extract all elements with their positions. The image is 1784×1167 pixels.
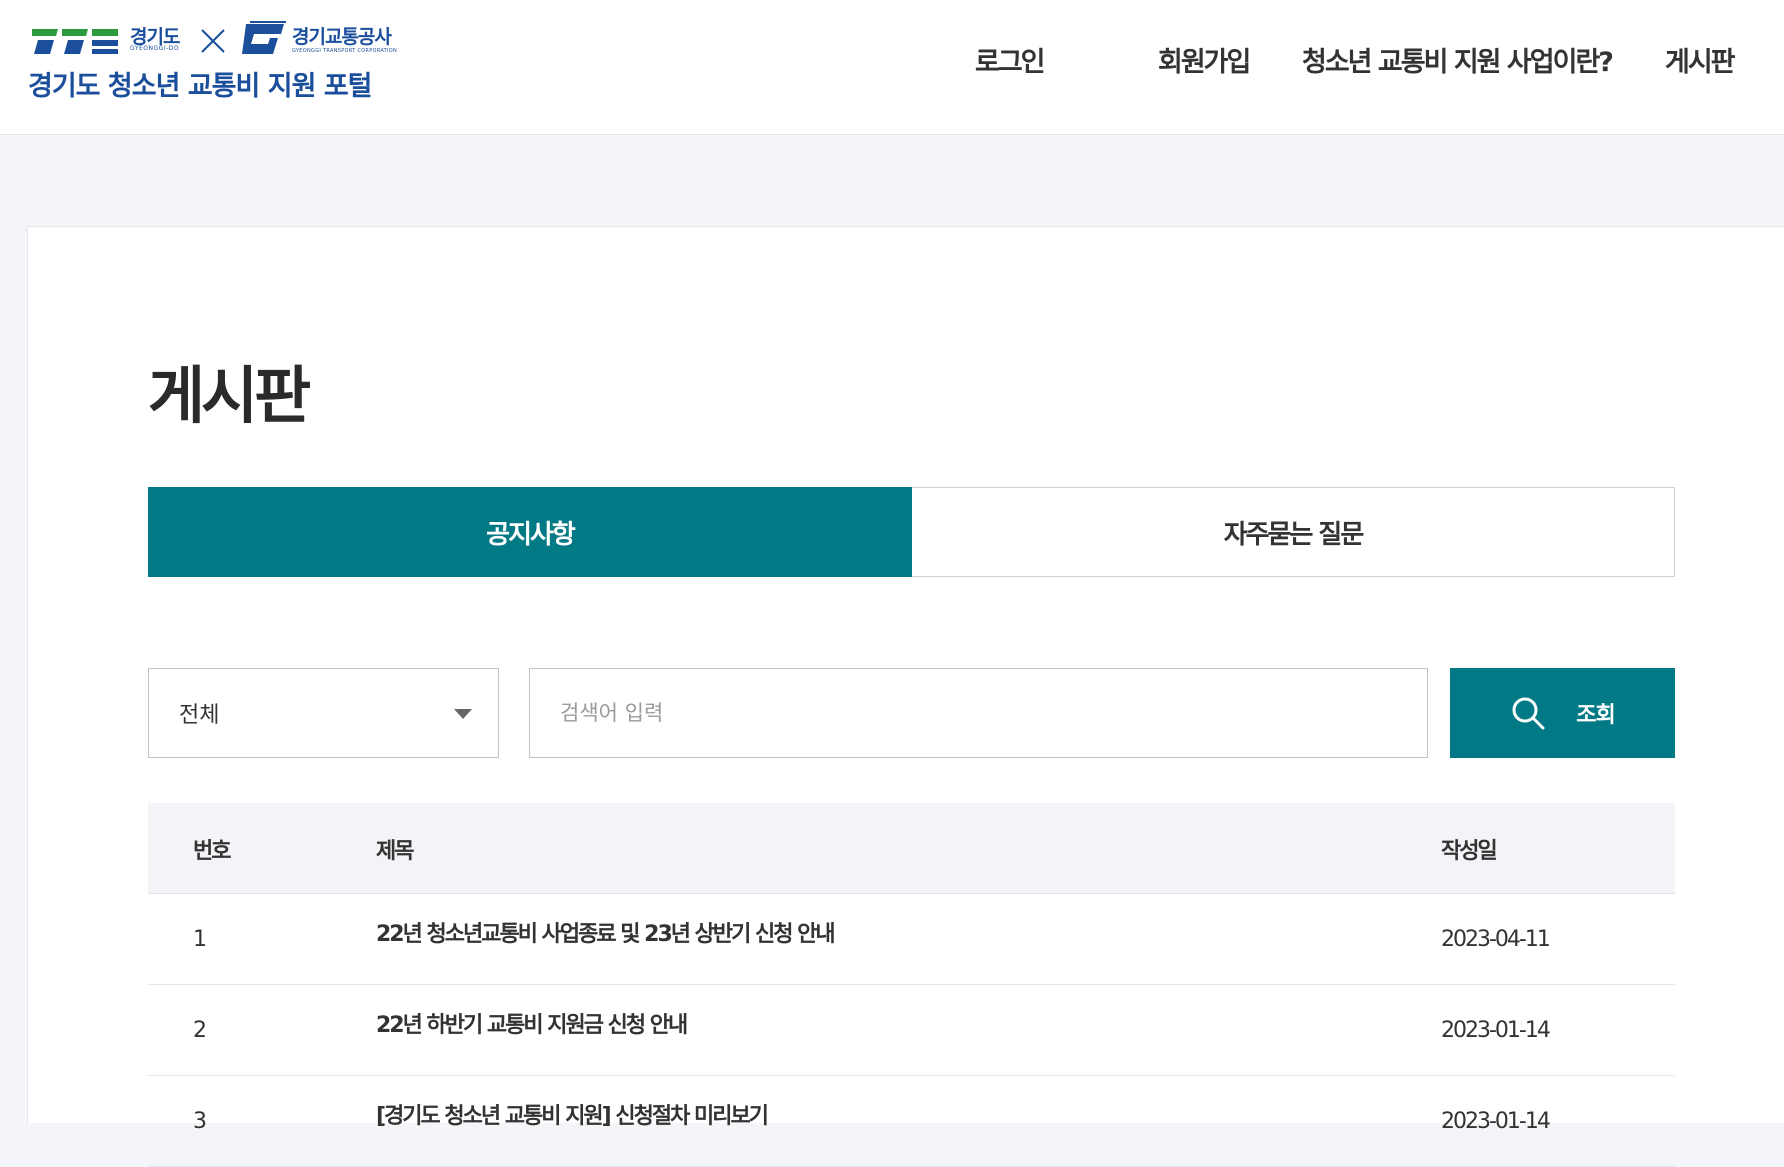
column-header-date: 작성일 (1441, 839, 1498, 864)
table-row[interactable]: 1 22년 청소년교통비 사업종료 및 23년 상반기 신청 안내 2023-0… (148, 894, 1675, 985)
table-header: 번호 제목 작성일 (148, 803, 1675, 894)
page-title: 게시판 (148, 359, 311, 432)
row-title-link[interactable]: 22년 청소년교통비 사업종료 및 23년 상반기 신청 안내 (376, 916, 836, 948)
search-button-label: 조회 (1576, 702, 1615, 727)
search-bar: 전체 조회 (148, 668, 1675, 758)
nav-about[interactable]: 청소년 교통비 지원 사업이란? (1302, 40, 1614, 79)
tab-faq[interactable]: 자주묻는 질문 (912, 487, 1675, 577)
row-number: 2 (193, 1018, 207, 1043)
notice-table: 번호 제목 작성일 1 22년 청소년교통비 사업종료 및 23년 상반기 신청… (148, 803, 1675, 1167)
row-date: 2023-04-11 (1441, 927, 1551, 952)
nav-signup[interactable]: 회원가입 (1158, 40, 1251, 79)
site-header: 경기도 GYEONGGI-DO 경기교통공사 GYEONGGI TRANSPOR… (0, 0, 1784, 135)
category-select-value: 전체 (179, 703, 220, 728)
column-header-no: 번호 (193, 839, 232, 864)
column-header-title: 제목 (376, 839, 415, 864)
row-title-link[interactable]: [경기도 청소년 교통비 지원] 신청절차 미리보기 (376, 1098, 769, 1130)
table-row[interactable]: 2 22년 하반기 교통비 지원금 신청 안내 2023-01-14 (148, 985, 1675, 1076)
row-title-link[interactable]: 22년 하반기 교통비 지원금 신청 안내 (376, 1007, 688, 1039)
category-select[interactable]: 전체 (148, 668, 499, 758)
row-number: 1 (193, 927, 207, 952)
board-card: 게시판 공지사항 자주묻는 질문 전체 조회 번호 제목 작성일 1 22년 청… (27, 226, 1784, 1167)
row-date: 2023-01-14 (1441, 1018, 1551, 1043)
caret-down-icon (454, 709, 472, 719)
tab-notice[interactable]: 공지사항 (148, 487, 912, 577)
search-button[interactable]: 조회 (1450, 668, 1675, 758)
main-nav: 로그인 회원가입 청소년 교통비 지원 사업이란? 게시판 (0, 40, 1784, 80)
search-icon (1512, 697, 1545, 730)
search-input[interactable] (529, 668, 1428, 758)
nav-board[interactable]: 게시판 (1665, 40, 1736, 79)
nav-login[interactable]: 로그인 (975, 40, 1046, 79)
board-tabs: 공지사항 자주묻는 질문 (148, 487, 1675, 577)
